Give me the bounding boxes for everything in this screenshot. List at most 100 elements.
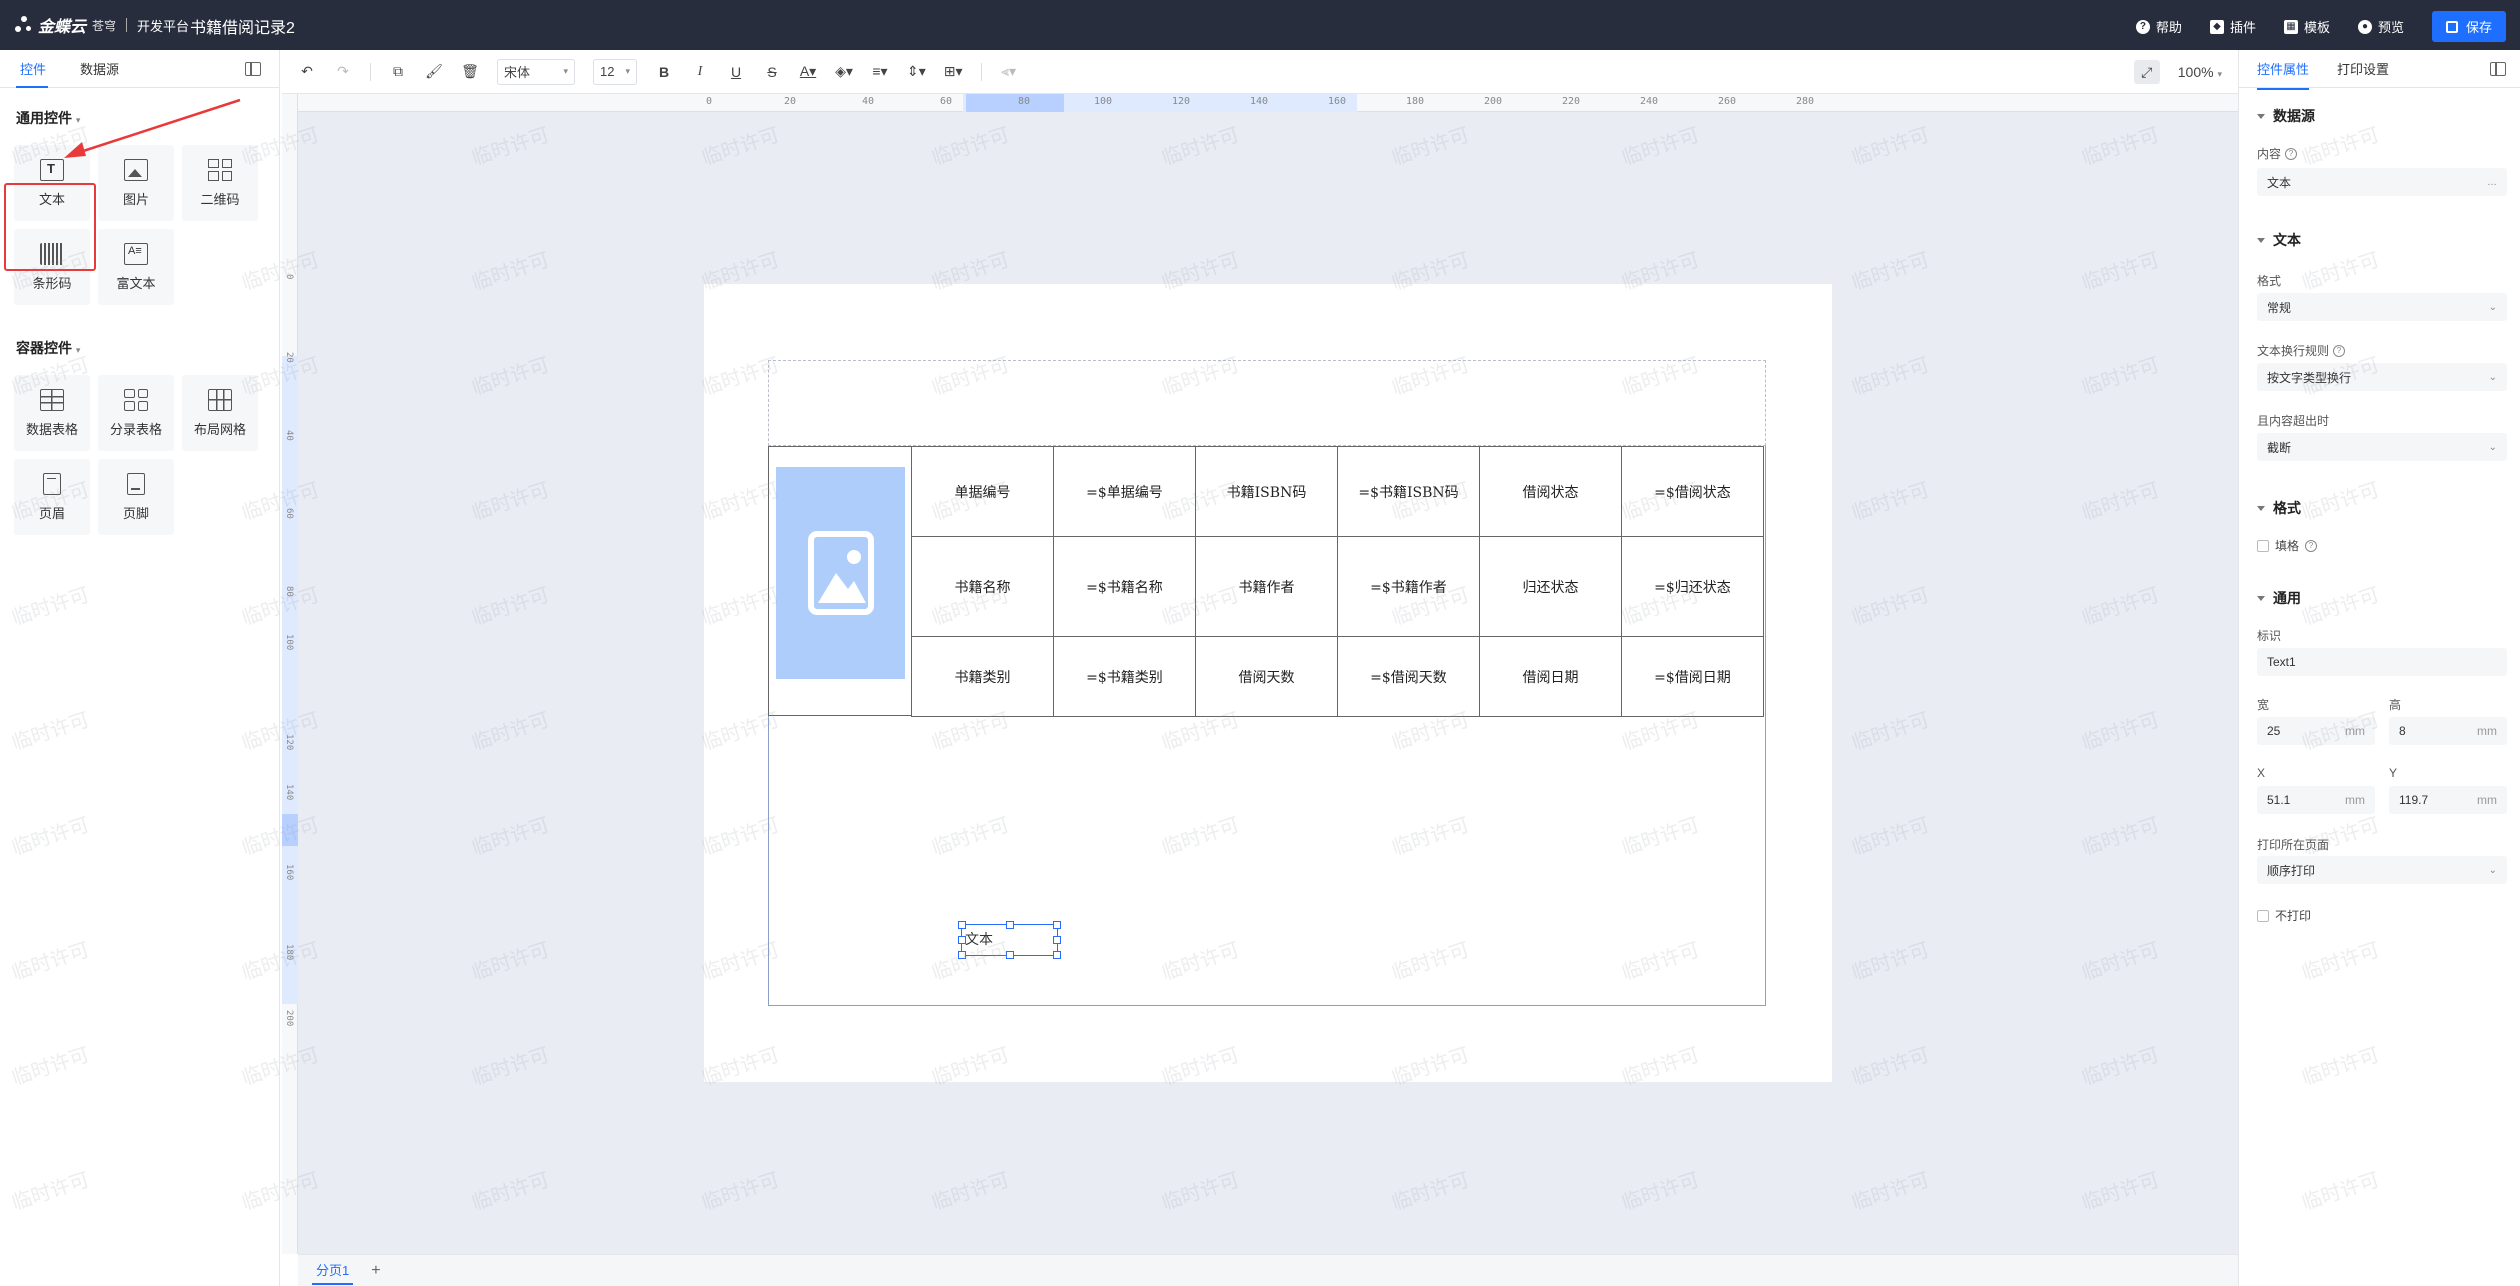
resize-handle[interactable] xyxy=(1053,951,1061,959)
fit-screen-icon[interactable]: ⤢ xyxy=(2133,60,2160,84)
redo-icon[interactable]: ↷ xyxy=(334,60,352,84)
border-icon[interactable]: ⊞▾ xyxy=(944,60,963,84)
print-page-select[interactable]: 顺序打印 ⌄ xyxy=(2257,856,2507,884)
height-input[interactable]: 8 mm xyxy=(2389,717,2507,745)
entry-table-widget-icon xyxy=(124,388,148,411)
table-cell[interactable]: =$归还状态 xyxy=(1621,536,1764,637)
table-cell[interactable]: =$借阅天数 xyxy=(1337,636,1480,717)
vertical-align-icon[interactable]: ⇕▾ xyxy=(907,60,926,84)
widget-entry-table[interactable]: 分录表格 xyxy=(98,375,174,451)
resize-handle[interactable] xyxy=(958,951,966,959)
font-size-select[interactable]: 12 ▾ xyxy=(593,58,637,85)
help-circle-icon[interactable]: ? xyxy=(2305,539,2318,552)
style-section-title[interactable]: 格式 xyxy=(2257,498,2301,518)
table-cell[interactable]: =$书籍类别 xyxy=(1053,636,1196,717)
widget-footer[interactable]: 页脚 xyxy=(98,459,174,535)
image-placeholder[interactable] xyxy=(776,467,905,679)
resize-handle[interactable] xyxy=(1006,951,1014,959)
tab-controls[interactable]: 控件 xyxy=(20,59,46,78)
tab-control-properties[interactable]: 控件属性 xyxy=(2257,59,2310,90)
fill-color-icon[interactable]: ◈▾ xyxy=(835,60,853,84)
widget-layout-grid[interactable]: 布局网格 xyxy=(182,375,258,451)
checkbox-box[interactable] xyxy=(2257,539,2269,552)
table-cell[interactable]: 书籍作者 xyxy=(1195,536,1338,637)
collapse-panel-icon[interactable] xyxy=(245,62,261,76)
resize-handle[interactable] xyxy=(958,936,966,944)
tab-datasource[interactable]: 数据源 xyxy=(80,59,119,78)
print-page[interactable]: 单据编号 =$单据编号 书籍ISBN码 =$书籍ISBN码 借阅状态 =$借阅状… xyxy=(704,284,1832,1082)
more-icon[interactable]: … xyxy=(2487,177,2497,188)
widget-header[interactable]: 页眉 xyxy=(14,459,90,535)
table-cell[interactable]: =$书籍名称 xyxy=(1053,536,1196,637)
design-canvas[interactable]: 单据编号 =$单据编号 书籍ISBN码 =$书籍ISBN码 借阅状态 =$借阅状… xyxy=(298,112,2238,1254)
align-icon[interactable]: ≡▾ xyxy=(871,60,889,84)
format-painter-icon[interactable]: 🖌 xyxy=(425,60,443,84)
table-cell[interactable]: 书籍名称 xyxy=(911,536,1054,637)
id-input[interactable]: Text1 xyxy=(2257,648,2507,676)
resize-handle[interactable] xyxy=(1006,921,1014,929)
table-cell[interactable]: =$单据编号 xyxy=(1053,446,1196,537)
y-input[interactable]: 119.7 mm xyxy=(2389,786,2507,814)
table-cell[interactable]: 书籍类别 xyxy=(911,636,1054,717)
checkbox-box[interactable] xyxy=(2257,909,2269,922)
strikethrough-button[interactable]: S xyxy=(763,60,781,84)
table-cell[interactable]: 单据编号 xyxy=(911,446,1054,537)
format-select[interactable]: 常规 ⌄ xyxy=(2257,293,2507,321)
arrange-icon[interactable]: ⫷▾ xyxy=(1000,60,1018,84)
zoom-select[interactable]: 100% ▾ xyxy=(2178,64,2222,80)
copy-icon[interactable]: ⧉ xyxy=(389,60,407,84)
tab-print-settings[interactable]: 打印设置 xyxy=(2337,59,2389,78)
save-button[interactable]: 保存 xyxy=(2431,11,2506,42)
table-cell[interactable]: =$借阅状态 xyxy=(1621,446,1764,537)
datasource-section-title[interactable]: 数据源 xyxy=(2257,106,2315,126)
text-section-title[interactable]: 文本 xyxy=(2257,230,2301,250)
no-print-checkbox[interactable]: 不打印 xyxy=(2257,907,2311,924)
table-cell[interactable]: 借阅状态 xyxy=(1479,446,1622,537)
table-cell[interactable]: =$书籍作者 xyxy=(1337,536,1480,637)
delete-icon[interactable]: 🗑 xyxy=(461,60,479,84)
h-tick: 240 xyxy=(1640,96,1659,107)
font-color-icon[interactable]: A▾ xyxy=(799,60,817,84)
bold-button[interactable]: B xyxy=(655,60,673,84)
resize-handle[interactable] xyxy=(958,921,966,929)
table-cell[interactable]: 借阅日期 xyxy=(1479,636,1622,717)
plugin-button[interactable]: ◆ 插件 xyxy=(2209,17,2256,36)
help-circle-icon[interactable]: ? xyxy=(2333,344,2346,357)
id-value: Text1 xyxy=(2267,655,2296,669)
table-cell[interactable]: 书籍ISBN码 xyxy=(1195,446,1338,537)
underline-button[interactable]: U xyxy=(727,60,745,84)
content-field[interactable]: 文本… xyxy=(2257,168,2507,196)
resize-handle[interactable] xyxy=(1053,936,1061,944)
resize-handle[interactable] xyxy=(1053,921,1061,929)
general-section-title[interactable]: 通用 xyxy=(2257,588,2301,608)
help-button[interactable]: ? 帮助 xyxy=(2135,17,2182,36)
container-controls-title[interactable]: 容器控件 ▾ xyxy=(0,338,80,358)
selected-text-widget[interactable]: 文本 xyxy=(958,921,1061,959)
content-label: 内容? xyxy=(2257,145,2298,162)
table-cell[interactable]: =$借阅日期 xyxy=(1621,636,1764,717)
widget-data-table[interactable]: 数据表格 xyxy=(14,375,90,451)
fill-checkbox[interactable]: 填格? xyxy=(2257,537,2318,554)
undo-icon[interactable]: ↶ xyxy=(298,60,316,84)
width-input[interactable]: 25 mm xyxy=(2257,717,2375,745)
help-circle-icon[interactable]: ? xyxy=(2285,147,2298,160)
data-grid-table[interactable]: 单据编号 =$单据编号 书籍ISBN码 =$书籍ISBN码 借阅状态 =$借阅状… xyxy=(911,446,1764,717)
x-input[interactable]: 51.1 mm xyxy=(2257,786,2375,814)
italic-button[interactable]: I xyxy=(691,60,709,84)
height-label-text: 高 xyxy=(2389,698,2402,712)
table-cell[interactable]: 借阅天数 xyxy=(1195,636,1338,717)
image-cell[interactable] xyxy=(768,446,911,716)
page-tab-1[interactable]: 分页1 xyxy=(312,1256,354,1285)
widget-richtext[interactable]: A≡ 富文本 xyxy=(98,229,174,305)
table-cell[interactable]: =$书籍ISBN码 xyxy=(1337,446,1480,537)
add-page-icon[interactable]: + xyxy=(371,1262,380,1280)
collapse-panel-icon[interactable] xyxy=(2490,62,2506,76)
preview-button[interactable]: ● 预览 xyxy=(2357,17,2404,36)
font-family-select[interactable]: 宋体 ▾ xyxy=(497,58,575,85)
overflow-select[interactable]: 截断 ⌄ xyxy=(2257,433,2507,461)
id-label-text: 标识 xyxy=(2257,629,2282,643)
wrap-rule-select[interactable]: 按文字类型换行 ⌄ xyxy=(2257,363,2507,391)
header-band[interactable] xyxy=(768,360,1766,446)
template-button[interactable]: ▦ 模板 xyxy=(2283,17,2330,36)
table-cell[interactable]: 归还状态 xyxy=(1479,536,1622,637)
